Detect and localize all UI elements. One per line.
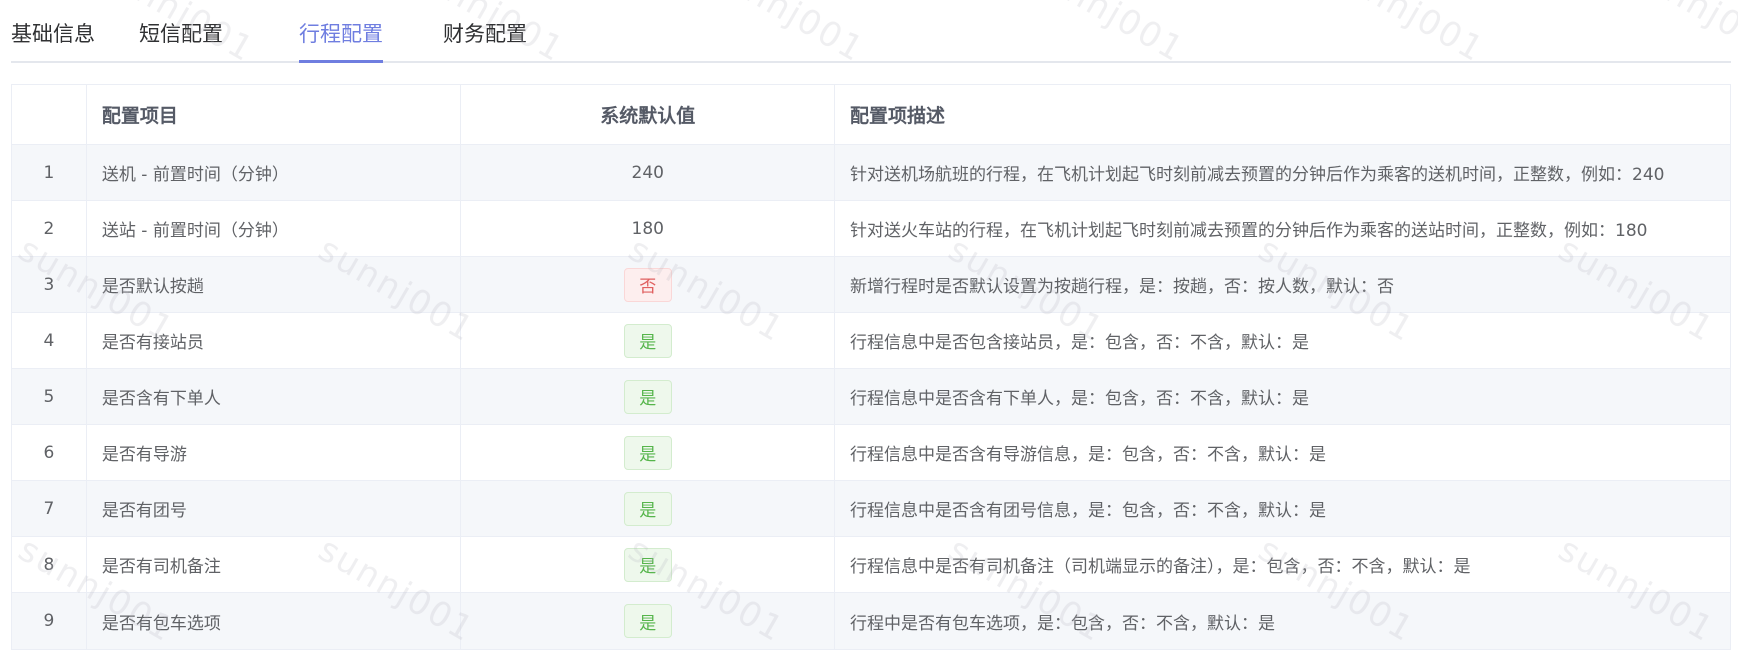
row-default-value: 是 xyxy=(461,593,836,649)
header-description: 配置项描述 xyxy=(850,105,946,127)
row-default-value: 是 xyxy=(461,481,836,536)
yes-tag: 是 xyxy=(623,435,672,470)
row-config-item: 是否有团号 xyxy=(87,481,462,536)
row-index: 8 xyxy=(12,537,87,592)
row-index: 5 xyxy=(12,369,87,424)
row-description: 新增行程时是否默认设置为按趟行程，是：按趟，否：按人数，默认：否 xyxy=(850,277,1395,297)
tab-basic-info[interactable]: 基础信息 xyxy=(11,18,95,63)
row-default-value: 240 xyxy=(461,145,836,200)
active-tab-indicator xyxy=(299,60,383,63)
row-description: 针对送火车站的行程，在飞机计划起飞时刻前减去预置的分钟后作为乘客的送站时间，正整… xyxy=(850,221,1648,241)
row-config-item: 送站 - 前置时间（分钟） xyxy=(87,201,462,256)
row-description: 针对送机场航班的行程，在飞机计划起飞时刻前减去预置的分钟后作为乘客的送机时间，正… xyxy=(850,165,1665,185)
row-config-item: 是否含有下单人 xyxy=(87,369,462,424)
row-config-item: 是否有司机备注 xyxy=(87,537,462,592)
row-description: 行程信息中是否有司机备注（司机端显示的备注），是：包含，否：不含，默认：是 xyxy=(850,557,1471,577)
yes-tag: 是 xyxy=(623,491,672,526)
yes-tag: 是 xyxy=(623,547,672,582)
row-config-item: 是否默认按趟 xyxy=(87,257,462,312)
yes-tag: 是 xyxy=(623,379,672,414)
header-index xyxy=(12,85,87,144)
table-header: 配置项目 系统默认值 配置项描述 xyxy=(12,85,1730,145)
row-index: 4 xyxy=(12,313,87,368)
no-tag: 否 xyxy=(623,267,672,302)
table-row: 6 是否有导游 是 行程信息中是否含有导游信息，是：包含，否：不含，默认：是 xyxy=(12,425,1730,481)
config-tabs: 基础信息 短信配置 行程配置 财务配置 xyxy=(11,0,1731,63)
config-page: 基础信息 短信配置 行程配置 财务配置 配置项目 系统默认值 配置项描述 1 送机… xyxy=(0,0,1738,666)
table-row: 9 是否有包车选项 是 行程中是否有包车选项，是：包含，否：不含，默认：是 xyxy=(12,593,1730,649)
table-row: 5 是否含有下单人 是 行程信息中是否含有下单人，是：包含，否：不含，默认：是 xyxy=(12,369,1730,425)
row-index: 3 xyxy=(12,257,87,312)
table-row: 1 送机 - 前置时间（分钟） 240 针对送机场航班的行程，在飞机计划起飞时刻前减去… xyxy=(12,145,1730,201)
config-table: 配置项目 系统默认值 配置项描述 1 送机 - 前置时间（分钟） 240 针对送机场航… xyxy=(11,84,1731,650)
row-index: 9 xyxy=(12,593,87,649)
yes-tag: 是 xyxy=(623,604,672,638)
row-description: 行程信息中是否含有导游信息，是：包含，否：不含，默认：是 xyxy=(850,445,1327,465)
tab-sms-config[interactable]: 短信配置 xyxy=(139,18,223,63)
default-value-text: 240 xyxy=(631,162,664,183)
row-description: 行程中是否有包车选项，是：包含，否：不含，默认：是 xyxy=(850,613,1276,634)
row-default-value: 是 xyxy=(461,369,836,424)
row-config-item: 送机 - 前置时间（分钟） xyxy=(87,145,462,200)
tab-trip-config[interactable]: 行程配置 xyxy=(299,18,383,63)
row-default-value: 180 xyxy=(461,201,836,256)
row-default-value: 否 xyxy=(461,257,836,312)
row-description: 行程信息中是否含有下单人，是：包含，否：不含，默认：是 xyxy=(850,389,1310,409)
table-row: 8 是否有司机备注 是 行程信息中是否有司机备注（司机端显示的备注），是：包含，否：不… xyxy=(12,537,1730,593)
table-row: 7 是否有团号 是 行程信息中是否含有团号信息，是：包含，否：不含，默认：是 xyxy=(12,481,1730,537)
table-row: 4 是否有接站员 是 行程信息中是否包含接站员，是：包含，否：不含，默认：是 xyxy=(12,313,1730,369)
table-row: 2 送站 - 前置时间（分钟） 180 针对送火车站的行程，在飞机计划起飞时刻前减去预… xyxy=(12,201,1730,257)
row-index: 7 xyxy=(12,481,87,536)
header-config-item: 配置项目 xyxy=(87,85,462,144)
row-config-item: 是否有包车选项 xyxy=(87,593,462,649)
row-default-value: 是 xyxy=(461,537,836,592)
row-default-value: 是 xyxy=(461,425,836,480)
default-value-text: 180 xyxy=(631,218,664,239)
yes-tag: 是 xyxy=(623,323,672,358)
row-index: 6 xyxy=(12,425,87,480)
row-config-item: 是否有导游 xyxy=(87,425,462,480)
row-index: 1 xyxy=(12,145,87,200)
row-description: 行程信息中是否包含接站员，是：包含，否：不含，默认：是 xyxy=(850,333,1310,353)
table-row: 3 是否默认按趟 否 新增行程时是否默认设置为按趟行程，是：按趟，否：按人数，默认：否 xyxy=(12,257,1730,313)
row-default-value: 是 xyxy=(461,313,836,368)
row-config-item: 是否有接站员 xyxy=(87,313,462,368)
tab-finance-config[interactable]: 财务配置 xyxy=(443,18,527,63)
header-default-value: 系统默认值 xyxy=(461,85,836,144)
row-description: 行程信息中是否含有团号信息，是：包含，否：不含，默认：是 xyxy=(850,501,1327,521)
row-index: 2 xyxy=(12,201,87,256)
